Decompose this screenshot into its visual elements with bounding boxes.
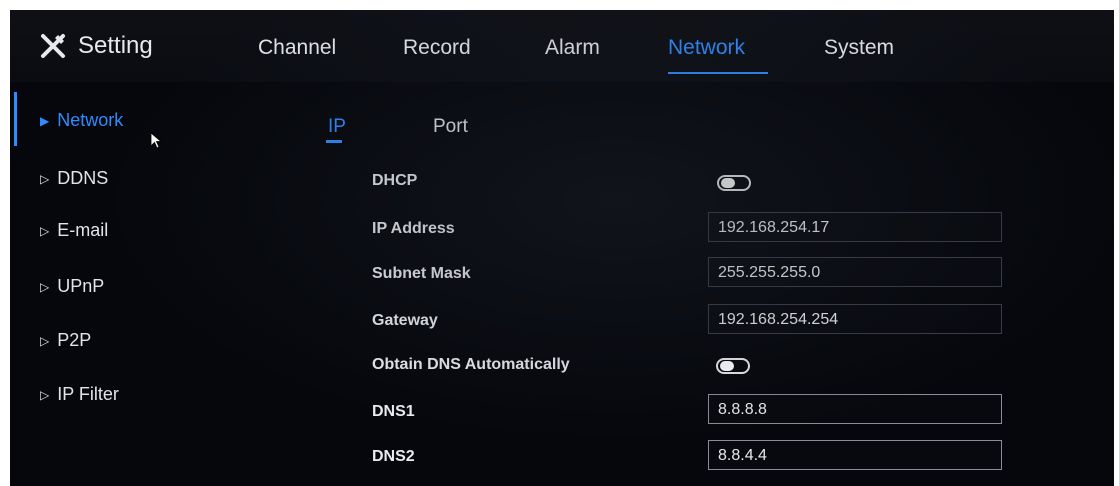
tab-network[interactable]: Network <box>668 36 745 60</box>
ip-address-field[interactable]: 192.168.254.17 <box>708 212 1002 242</box>
sidebar-item-p2p[interactable]: ▷ P2P <box>40 330 91 351</box>
dhcp-toggle[interactable] <box>717 175 751 191</box>
ip-address-label: IP Address <box>372 220 455 237</box>
sidebar-item-label: Network <box>57 110 124 130</box>
settings-screen: Setting Channel Record Alarm Network Sys… <box>10 10 1114 486</box>
sidebar-item-label: P2P <box>57 330 92 350</box>
sidebar-item-network[interactable]: ▶ Network <box>40 110 123 131</box>
dns1-field[interactable]: 8.8.8.8 <box>708 394 1002 424</box>
toggle-knob <box>720 361 734 371</box>
dns2-field[interactable]: 8.8.4.4 <box>708 440 1002 470</box>
sidebar-item-upnp[interactable]: ▷ UPnP <box>40 276 104 297</box>
subtab-underline <box>326 140 342 143</box>
page-title: Setting <box>78 32 153 59</box>
active-tab-underline <box>668 72 768 74</box>
sidebar-item-ddns[interactable]: ▷ DDNS <box>40 168 108 189</box>
dns2-label: DNS2 <box>372 448 415 465</box>
sidebar-item-label: IP Filter <box>57 384 119 404</box>
triangle-right-filled-icon: ▶ <box>40 113 50 128</box>
obtain-dns-label: Obtain DNS Automatically <box>372 356 570 373</box>
triangle-right-outline-icon: ▷ <box>40 223 50 238</box>
tab-system[interactable]: System <box>824 36 894 60</box>
subtab-port[interactable]: Port <box>433 116 468 138</box>
sidebar-item-label: DDNS <box>57 168 109 188</box>
tools-icon <box>41 34 65 58</box>
triangle-right-outline-icon: ▷ <box>40 333 50 348</box>
subnet-mask-field[interactable]: 255.255.255.0 <box>708 257 1002 287</box>
obtain-dns-toggle[interactable] <box>716 358 750 374</box>
toggle-knob <box>721 178 735 188</box>
sidebar-item-email[interactable]: ▷ E-mail <box>40 220 108 241</box>
top-menu-bar: Setting Channel Record Alarm Network Sys… <box>10 10 1114 82</box>
triangle-right-outline-icon: ▷ <box>40 171 50 186</box>
mouse-pointer-icon <box>150 132 163 149</box>
gateway-label: Gateway <box>372 312 438 329</box>
sidebar-item-label: E-mail <box>57 220 109 240</box>
tab-channel[interactable]: Channel <box>258 36 336 60</box>
settings-logo: Setting <box>40 32 153 60</box>
triangle-right-outline-icon: ▷ <box>40 387 50 402</box>
subnet-mask-label: Subnet Mask <box>372 265 471 282</box>
tab-record[interactable]: Record <box>403 36 471 60</box>
dns1-label: DNS1 <box>372 403 415 420</box>
tab-alarm[interactable]: Alarm <box>545 36 600 60</box>
sidebar-item-label: UPnP <box>57 276 105 296</box>
subtab-ip[interactable]: IP <box>328 116 346 138</box>
triangle-right-outline-icon: ▷ <box>40 279 50 294</box>
dhcp-label: DHCP <box>372 172 418 189</box>
gateway-field[interactable]: 192.168.254.254 <box>708 304 1002 334</box>
sidebar-active-marker <box>14 92 17 146</box>
sidebar-item-ip-filter[interactable]: ▷ IP Filter <box>40 384 119 405</box>
